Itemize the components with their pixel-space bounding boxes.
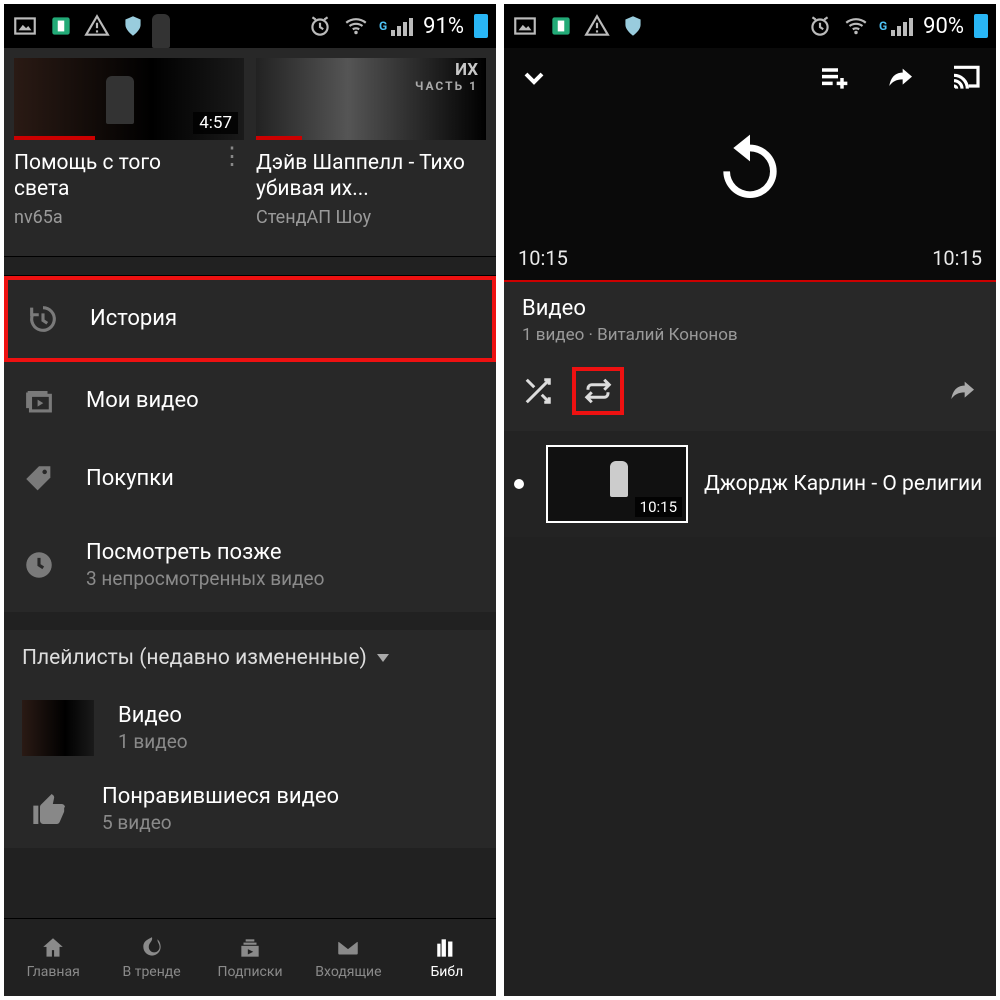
like-icon: [22, 789, 78, 829]
library-label: Мои видео: [86, 388, 478, 413]
video-player[interactable]: 10:15 10:15: [504, 48, 996, 282]
clock-icon: [22, 548, 56, 582]
player-screen: G 90% 10:15 10:1: [500, 0, 1000, 1000]
video-row: 4:57 Помощь с того света ⋮ nv65a ИХЧАСТЬ…: [4, 48, 496, 257]
signal-icon: [891, 16, 913, 36]
network-type: G: [379, 19, 387, 33]
network-type: G: [879, 19, 887, 33]
add-to-playlist-icon[interactable]: [818, 62, 850, 94]
library-screen: G 91% 4:57 Помощь с того света ⋮ n: [0, 0, 500, 1000]
video-card[interactable]: 4:57 Помощь с того света ⋮ nv65a: [14, 58, 244, 242]
battery-percent: 90%: [923, 14, 964, 39]
status-bar: G 91%: [4, 4, 496, 48]
playlist-subtitle: 1 видео · Виталий Кононов: [522, 325, 978, 345]
shield-icon: [620, 13, 646, 39]
collapse-icon[interactable]: [518, 62, 550, 94]
time-total: 10:15: [932, 246, 982, 270]
battery-percent: 91%: [423, 14, 464, 39]
playlist-item[interactable]: Видео 1 видео: [4, 686, 496, 770]
video-title: Дэйв Шаппелл - Тихо убивая их...: [256, 150, 486, 203]
playlist-sub: 1 видео: [118, 730, 478, 753]
playlist-title: Видео: [522, 296, 978, 321]
status-bar: G 90%: [504, 4, 996, 48]
image-icon: [512, 13, 538, 39]
alarm-icon: [307, 13, 333, 39]
battery-icon: [974, 14, 988, 38]
video-thumbnail[interactable]: ИХЧАСТЬ 1: [256, 58, 486, 140]
video-thumbnail: 10:15: [546, 445, 688, 523]
nav-trending[interactable]: В тренде: [102, 919, 200, 996]
nav-home[interactable]: Главная: [4, 919, 102, 996]
playlist-header: Видео 1 видео · Виталий Кононов: [504, 282, 996, 357]
playlists-header[interactable]: Плейлисты (недавно измененные): [4, 630, 496, 686]
chevron-down-icon: [377, 654, 389, 662]
progress-bar: [256, 136, 302, 140]
library-item-purchases[interactable]: Покупки: [4, 440, 496, 518]
repeat-button-highlight: [572, 367, 624, 415]
signal-icon: [391, 16, 413, 36]
app-icon: [548, 13, 574, 39]
share-icon[interactable]: [946, 375, 978, 407]
warning-icon: [584, 13, 610, 39]
nav-subscriptions[interactable]: Подписки: [201, 919, 299, 996]
library-sublabel: 3 непросмотренных видео: [86, 567, 478, 590]
app-icon: [48, 13, 74, 39]
cast-icon[interactable]: [950, 62, 982, 94]
library-item-my-videos[interactable]: Мои видео: [4, 362, 496, 440]
video-title: Джордж Карлин - О религии: [704, 471, 986, 497]
shield-icon: [120, 13, 146, 39]
playlist-video-item[interactable]: 10:15 Джордж Карлин - О религии: [504, 431, 996, 537]
video-thumbnail[interactable]: 4:57: [14, 58, 244, 140]
image-icon: [12, 13, 38, 39]
library-list: История Мои видео Покупки Посмотреть поз…: [4, 275, 496, 612]
videos-icon: [22, 384, 56, 418]
battery-icon: [474, 14, 488, 38]
playlist-thumbnail: [22, 700, 94, 756]
warning-icon: [84, 13, 110, 39]
playlist-title: Видео: [118, 703, 478, 728]
more-icon[interactable]: ⋮: [220, 150, 244, 162]
tag-icon: [22, 462, 56, 496]
duration-badge: 4:57: [193, 112, 238, 134]
library-label: Покупки: [86, 466, 478, 491]
channel-name: nv65a: [14, 207, 244, 228]
alarm-icon: [807, 13, 833, 39]
bottom-nav: Главная В тренде Подписки Входящие Библ: [4, 918, 496, 996]
share-icon[interactable]: [884, 62, 916, 94]
wifi-icon: [843, 13, 869, 39]
library-item-history[interactable]: История: [4, 276, 496, 362]
shuffle-icon[interactable]: [522, 375, 554, 407]
playlists-section: Плейлисты (недавно измененные) Видео 1 в…: [4, 630, 496, 848]
playlist-sub: 5 видео: [102, 811, 478, 834]
playlist-item-liked[interactable]: Понравившиеся видео 5 видео: [4, 770, 496, 848]
playlist-actions: [504, 357, 996, 431]
video-card[interactable]: ИХЧАСТЬ 1 Дэйв Шаппелл - Тихо убивая их.…: [256, 58, 486, 242]
progress-bar: [14, 136, 95, 140]
nav-inbox[interactable]: Входящие: [299, 919, 397, 996]
time-elapsed: 10:15: [518, 246, 568, 270]
library-label: История: [90, 306, 474, 331]
nav-library[interactable]: Библ: [398, 919, 496, 996]
library-label: Посмотреть позже: [86, 540, 478, 565]
replay-icon[interactable]: [710, 128, 790, 212]
repeat-icon[interactable]: [582, 375, 614, 407]
playlist-title: Понравившиеся видео: [102, 784, 478, 809]
history-icon: [26, 302, 60, 336]
channel-name: СтендАП Шоу: [256, 207, 486, 228]
wifi-icon: [343, 13, 369, 39]
now-playing-indicator: [514, 479, 524, 489]
library-item-watch-later[interactable]: Посмотреть позже 3 непросмотренных видео: [4, 518, 496, 612]
video-title: Помощь с того света: [14, 150, 220, 203]
duration-badge: 10:15: [635, 497, 682, 517]
